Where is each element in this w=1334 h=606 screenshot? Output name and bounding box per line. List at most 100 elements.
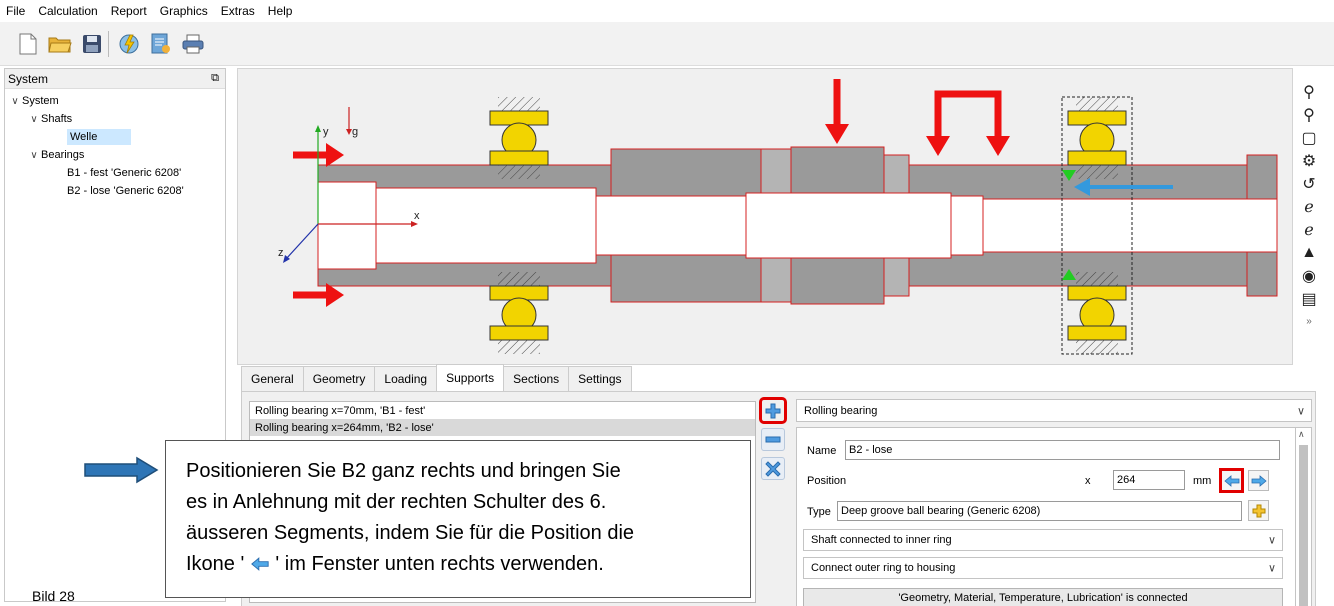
callout-text: ' im Fenster unten rechts verwenden.: [269, 553, 604, 575]
inner-ring-value: Shaft connected to inner ring: [811, 534, 952, 546]
axis-x-label: x: [414, 210, 420, 222]
plus-icon: [1252, 504, 1265, 517]
position-right-button[interactable]: [1248, 470, 1269, 491]
menu-help[interactable]: Help: [268, 4, 293, 18]
force-up-icon[interactable]: ℯ: [1295, 218, 1323, 241]
support-properties: Name B2 - lose Position x 264 mm Type De…: [796, 427, 1296, 606]
menu-file[interactable]: File: [6, 4, 25, 18]
remove-support-button[interactable]: [761, 428, 785, 451]
support-type-value: Rolling bearing: [804, 404, 878, 417]
arrow-right-icon: [1251, 474, 1267, 487]
tree-item-label: System: [22, 95, 59, 107]
position-x-label: x: [1085, 475, 1091, 487]
tree-item-label: B2 - lose 'Generic 6208': [67, 185, 184, 197]
menu-bar: File Calculation Report Graphics Extras …: [0, 0, 1334, 22]
chevron-down-icon[interactable]: ∨: [27, 150, 41, 161]
support-type-select[interactable]: Rolling bearing ∨: [796, 399, 1312, 422]
menu-calculation[interactable]: Calculation: [38, 4, 97, 18]
bearing-icon[interactable]: ◉: [1295, 264, 1323, 287]
support-icon[interactable]: ▲: [1295, 241, 1323, 264]
figure-caption: Bild 28: [32, 588, 75, 604]
close-icon: [765, 460, 781, 477]
undock-icon[interactable]: ⧉: [211, 72, 219, 85]
name-field[interactable]: B2 - lose: [845, 440, 1280, 460]
tab-supports[interactable]: Supports: [436, 364, 505, 391]
tab-sections[interactable]: Sections: [503, 366, 570, 391]
annotation-arrow-icon: [84, 456, 159, 484]
arrow-left-icon: [1223, 474, 1239, 487]
list-item[interactable]: Rolling bearing x=70mm, 'B1 - fest': [250, 402, 755, 419]
chevron-down-icon: ∨: [1267, 562, 1276, 575]
name-label: Name: [807, 445, 837, 457]
type-label: Type: [807, 506, 831, 518]
new-file-icon[interactable]: [16, 32, 40, 56]
callout-line: Ikone ' ' im Fenster unten rechts verwen…: [186, 549, 750, 580]
save-icon[interactable]: [80, 32, 104, 56]
instruction-callout: Positionieren Sie B2 ganz rechts und bri…: [165, 440, 751, 598]
toolbar-separator: [108, 30, 109, 57]
arrow-left-icon: [250, 557, 269, 571]
chevron-down-icon[interactable]: ∨: [8, 96, 22, 107]
tree-item-label: Shafts: [41, 113, 73, 125]
axis-z-label: z: [278, 247, 284, 259]
tree-item-shaft-welle[interactable]: Welle: [5, 128, 225, 146]
graphics-panel[interactable]: y x z g: [237, 68, 1293, 365]
zoom-fit-icon[interactable]: ▢: [1295, 126, 1323, 149]
tree-item-bearings[interactable]: ∨ Bearings: [5, 146, 225, 164]
graphics-toolbar: ⚲ ⚲ ▢ ⚙ ↺ ℯ ℯ ▲ ◉ ▤ »: [1295, 80, 1323, 360]
force-down-icon[interactable]: ℯ: [1295, 195, 1323, 218]
scrollbar-thumb[interactable]: [1299, 445, 1308, 606]
zoom-out-icon[interactable]: ⚲: [1295, 103, 1323, 126]
outer-ring-select[interactable]: Connect outer ring to housing ∨: [803, 557, 1283, 579]
tree-item-bearing-b1[interactable]: B1 - fest 'Generic 6208': [5, 164, 225, 182]
properties-scrollbar[interactable]: ∧: [1296, 427, 1312, 606]
toolbar: [0, 22, 1334, 66]
axis-y-label: y: [323, 126, 329, 138]
beam-icon[interactable]: ▤: [1295, 287, 1323, 310]
chevron-down-icon[interactable]: »: [1295, 310, 1323, 333]
inner-ring-select[interactable]: Shaft connected to inner ring ∨: [803, 529, 1283, 551]
tab-loading[interactable]: Loading: [374, 366, 438, 391]
rotate-icon[interactable]: ↺: [1295, 172, 1323, 195]
tab-settings[interactable]: Settings: [568, 366, 632, 391]
open-folder-icon[interactable]: [48, 32, 72, 56]
system-tree: ∨ System ∨ Shafts Welle ∨ Bearings B1 - …: [5, 89, 225, 200]
system-panel-header: System ⧉: [5, 69, 225, 89]
callout-line: äusseren Segments, indem Sie für die Pos…: [186, 522, 635, 544]
scroll-up-icon[interactable]: ∧: [1298, 429, 1305, 440]
list-item[interactable]: Rolling bearing x=264mm, 'B2 - lose': [250, 419, 755, 436]
tree-item-label: B1 - fest 'Generic 6208': [67, 167, 182, 179]
calculate-icon[interactable]: [117, 32, 141, 56]
position-field[interactable]: 264: [1113, 470, 1185, 490]
chevron-down-icon[interactable]: ∨: [27, 114, 41, 125]
connected-button[interactable]: 'Geometry, Material, Temperature, Lubric…: [803, 588, 1283, 606]
tree-item-shafts[interactable]: ∨ Shafts: [5, 110, 225, 128]
callout-line: Positionieren Sie B2 ganz rechts und bri…: [186, 460, 621, 482]
system-panel-title: System: [8, 71, 49, 86]
minus-icon: [765, 436, 781, 442]
tab-bar: General Geometry Loading Supports Sectio…: [241, 364, 632, 391]
tree-item-label: Welle: [67, 129, 132, 145]
plus-icon: [765, 403, 781, 418]
gravity-label: g: [352, 126, 358, 138]
settings-gear-icon[interactable]: ⚙: [1295, 149, 1323, 172]
tab-geometry[interactable]: Geometry: [302, 366, 376, 391]
menu-graphics[interactable]: Graphics: [160, 4, 208, 18]
tree-item-system[interactable]: ∨ System: [5, 92, 225, 110]
bearing-type-field[interactable]: Deep groove ball bearing (Generic 6208): [837, 501, 1242, 521]
list-actions: [759, 397, 791, 486]
delete-support-button[interactable]: [761, 457, 785, 480]
print-icon[interactable]: [181, 32, 205, 56]
menu-extras[interactable]: Extras: [221, 4, 255, 18]
chevron-down-icon: ∨: [1267, 534, 1276, 547]
tab-general[interactable]: General: [241, 366, 304, 391]
tree-item-bearing-b2[interactable]: B2 - lose 'Generic 6208': [5, 182, 225, 200]
report-icon[interactable]: [149, 32, 173, 56]
callout-text: Ikone ': [186, 553, 250, 575]
shaft-drawing: y x z g: [278, 79, 1278, 355]
zoom-in-icon[interactable]: ⚲: [1295, 80, 1323, 103]
menu-report[interactable]: Report: [111, 4, 147, 18]
bearing-select-button[interactable]: [1248, 500, 1269, 521]
add-support-button[interactable]: [759, 397, 787, 424]
position-left-button[interactable]: [1219, 468, 1244, 493]
